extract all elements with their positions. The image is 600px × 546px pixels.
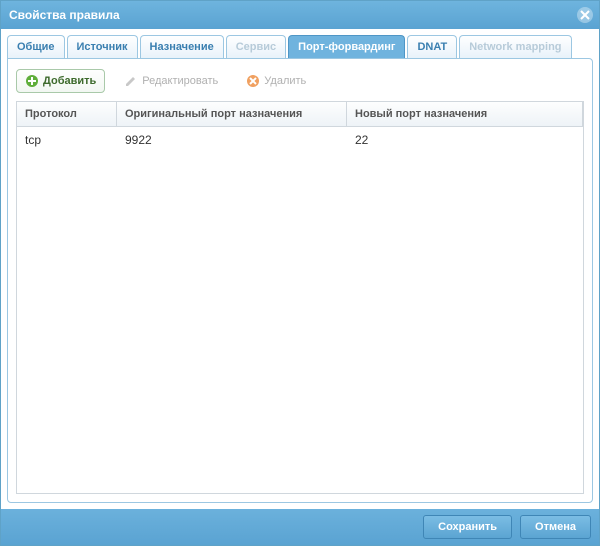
toolbar: Добавить Редактировать Удалить xyxy=(16,67,584,101)
grid-body: tcp 9922 22 xyxy=(17,127,583,493)
cell-protocol: tcp xyxy=(17,127,117,153)
tab-source[interactable]: Источник xyxy=(67,35,138,58)
close-button[interactable] xyxy=(577,7,593,23)
tab-dnat[interactable]: DNAT xyxy=(407,35,457,58)
close-icon xyxy=(580,10,590,20)
col-header-protocol[interactable]: Протокол xyxy=(17,102,117,126)
content-area: Общие Источник Назначение Сервис Порт-фо… xyxy=(1,29,599,509)
tab-service: Сервис xyxy=(226,35,286,58)
tab-panel: Добавить Редактировать Удалить xyxy=(7,58,593,503)
dialog-window: Свойства правила Общие Источник Назначен… xyxy=(0,0,600,546)
edit-label: Редактировать xyxy=(142,75,218,87)
save-button[interactable]: Сохранить xyxy=(423,515,512,539)
cell-new-port: 22 xyxy=(347,127,583,153)
footer: Сохранить Отмена xyxy=(1,509,599,545)
pencil-icon xyxy=(124,74,138,88)
grid-header: Протокол Оригинальный порт назначения Но… xyxy=(17,102,583,127)
col-header-new-port[interactable]: Новый порт назначения xyxy=(347,102,583,126)
tab-destination[interactable]: Назначение xyxy=(140,35,224,58)
edit-button: Редактировать xyxy=(115,69,227,93)
delete-label: Удалить xyxy=(264,75,306,87)
delete-icon xyxy=(246,74,260,88)
tab-general[interactable]: Общие xyxy=(7,35,65,58)
plus-icon xyxy=(25,74,39,88)
tab-network-mapping: Network mapping xyxy=(459,35,571,58)
col-header-orig-port[interactable]: Оригинальный порт назначения xyxy=(117,102,347,126)
table-row[interactable]: tcp 9922 22 xyxy=(17,127,583,153)
titlebar: Свойства правила xyxy=(1,1,599,29)
tab-port-forwarding[interactable]: Порт-форвардинг xyxy=(288,35,405,58)
add-button[interactable]: Добавить xyxy=(16,69,105,93)
grid: Протокол Оригинальный порт назначения Но… xyxy=(16,101,584,494)
delete-button: Удалить xyxy=(237,69,315,93)
add-label: Добавить xyxy=(43,75,96,87)
window-title: Свойства правила xyxy=(9,8,120,22)
cancel-button[interactable]: Отмена xyxy=(520,515,591,539)
cell-orig-port: 9922 xyxy=(117,127,347,153)
tabs: Общие Источник Назначение Сервис Порт-фо… xyxy=(7,35,593,58)
